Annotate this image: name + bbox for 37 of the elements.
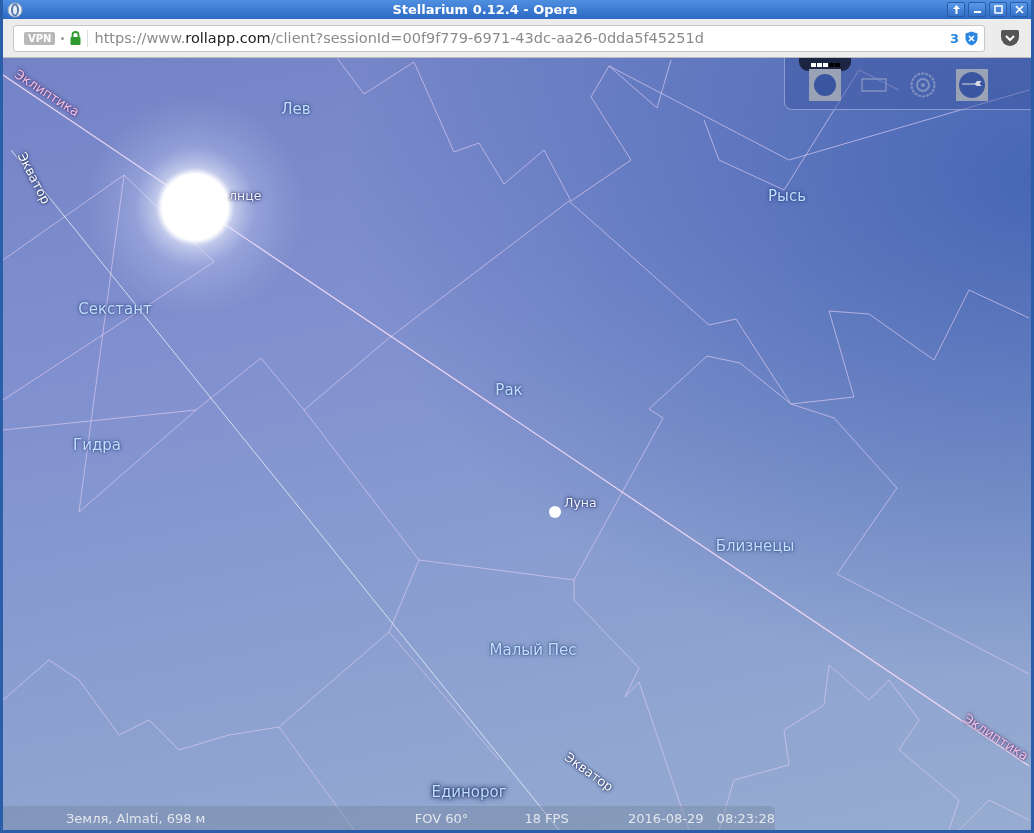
close-icon — [1014, 5, 1024, 14]
wrench-icon — [958, 71, 986, 99]
keep-above-button[interactable] — [947, 2, 965, 17]
fps-text: 18 FPS — [524, 810, 570, 826]
location-text: Земля, Almati, 698 м — [66, 810, 207, 826]
toolbar-button[interactable] — [956, 69, 988, 101]
close-button[interactable] — [1010, 2, 1028, 17]
toolbar-button[interactable] — [809, 69, 841, 101]
separator-dot — [61, 36, 65, 40]
constellation-label: Секстант — [78, 300, 152, 318]
disk-icon — [813, 73, 837, 97]
blocked-count: 3 — [949, 30, 959, 46]
fov-text: FOV 60° — [414, 810, 470, 826]
window-title: Stellarium 0.12.4 - Opera — [391, 2, 579, 17]
target-icon — [910, 72, 936, 98]
maximize-button[interactable] — [989, 2, 1007, 17]
constellation-label: Лев — [281, 100, 311, 118]
maximize-icon — [993, 5, 1003, 14]
time-text: 08:23:28 — [716, 810, 775, 826]
minimize-button[interactable] — [968, 2, 986, 17]
constellation-label: Малый Пес — [489, 641, 577, 659]
shield-icon[interactable] — [965, 30, 978, 46]
constellation-label: Гидра — [73, 436, 121, 454]
date-text: 2016-08-29 — [628, 810, 704, 826]
page-indicator-icon — [799, 58, 851, 71]
constellation-label: Единорог — [431, 783, 507, 801]
sun-label: лнце — [229, 188, 262, 203]
constellation-label: Близнецы — [715, 537, 795, 555]
url-text: https://www.rollapp.com/client?sessionId=00f9f779-6971-43dc-aa26-0dda5f45251d — [94, 30, 705, 46]
constellation-label: Рак — [495, 381, 523, 399]
moon-drawing — [549, 506, 561, 518]
moon-label: Луна — [564, 495, 597, 510]
up-arrow-icon — [951, 5, 961, 14]
address-field[interactable]: VPN https://www.rollapp.com/client?sessionId=00f9f779-6971-43dc-aa26-0dda5f45251d 3 — [13, 24, 985, 52]
constellation-label: Рысь — [768, 187, 806, 205]
rectangle-icon — [861, 78, 887, 92]
lock-icon — [70, 31, 82, 45]
